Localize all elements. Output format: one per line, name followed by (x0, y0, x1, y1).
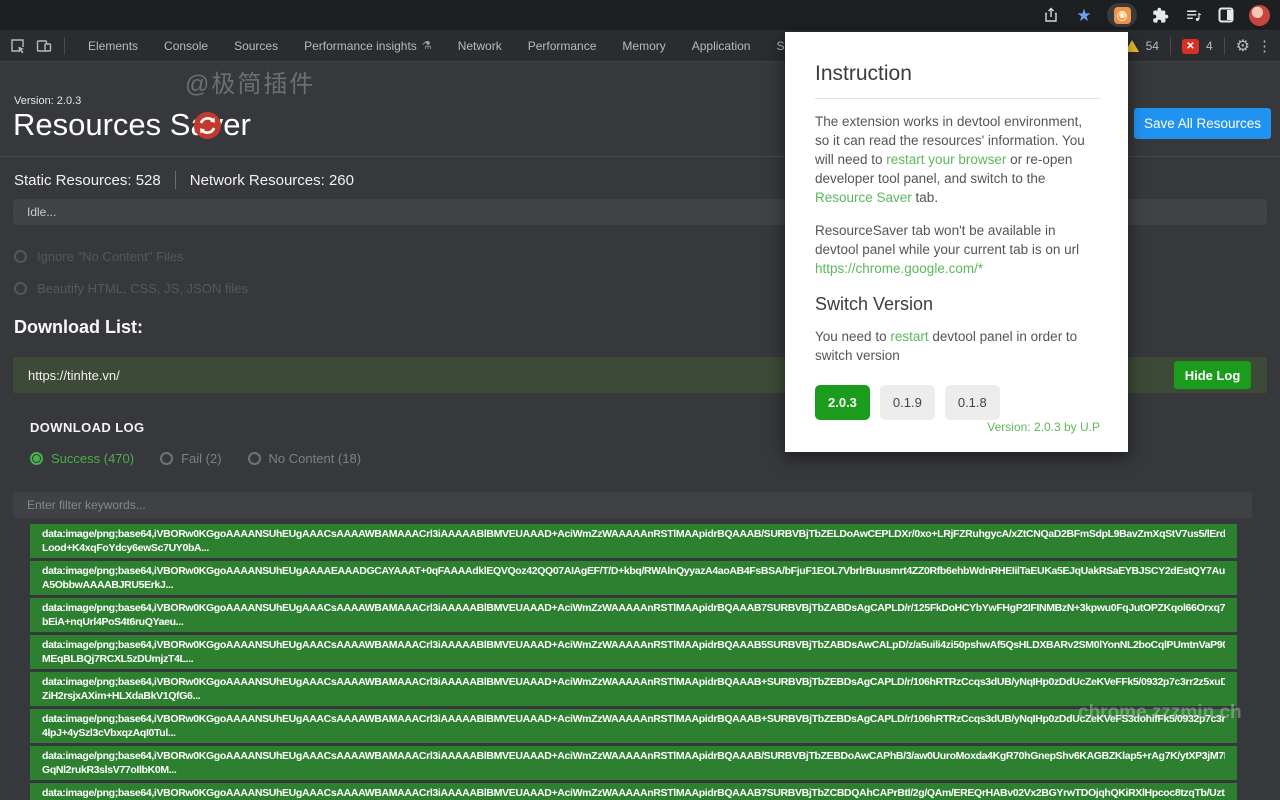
kebab-menu-icon[interactable]: ⋮ (1257, 37, 1272, 55)
settings-gear-icon[interactable]: ⚙ (1236, 36, 1250, 56)
version-button-0-1-8[interactable]: 0.1.8 (945, 385, 1000, 420)
switch-version-heading: Switch Version (815, 294, 1100, 315)
tab-sources[interactable]: Sources (221, 30, 291, 61)
download-log-heading: DOWNLOAD LOG (30, 420, 145, 435)
instruction-paragraph-2: ResourceSaver tab won't be available in … (815, 221, 1100, 278)
version-button-group: 2.0.3 0.1.9 0.1.8 (815, 385, 1100, 420)
tab-application[interactable]: Application (679, 30, 764, 61)
log-row[interactable]: data:image/png;base64,iVBORw0KGgoAAAANSU… (30, 672, 1237, 706)
option-label: Ignore "No Content" Files (37, 249, 184, 264)
tab-console[interactable]: Console (151, 30, 221, 61)
log-row[interactable]: data:image/png;base64,iVBORw0KGgoAAAANSU… (30, 598, 1237, 632)
checkbox-circle-icon (14, 282, 27, 295)
option-label: Beautify HTML, CSS, JS, JSON files (37, 281, 248, 296)
toolbar-separator (1170, 37, 1171, 55)
tab-network[interactable]: Network (445, 30, 515, 61)
browser-top-bar: ★ ⓢ (0, 0, 1280, 30)
network-resources-count: Network Resources: 260 (190, 172, 354, 189)
toolbar-separator (64, 37, 65, 55)
version-button-0-1-9[interactable]: 0.1.9 (880, 385, 935, 420)
log-filter-fail-2-[interactable]: Fail (2) (160, 451, 221, 466)
filter-keywords-input[interactable] (13, 492, 1252, 518)
radio-icon (30, 452, 43, 465)
switch-version-paragraph: You need to restart devtool panel in ord… (815, 327, 1100, 365)
save-all-resources-button[interactable]: Save All Resources (1134, 108, 1271, 139)
download-list-heading: Download List: (14, 317, 143, 338)
sidebar-icon[interactable] (1216, 5, 1236, 25)
site-watermark: chrome.zzzmin.ch (1078, 702, 1242, 724)
resources-saver-extension-icon: ⓢ (1114, 7, 1131, 24)
refresh-logo-icon (194, 112, 221, 139)
experiment-flask-icon: ⚗ (422, 39, 432, 52)
share-icon[interactable] (1041, 5, 1061, 25)
hide-log-button[interactable]: Hide Log (1174, 361, 1251, 389)
bookmark-star-icon[interactable]: ★ (1074, 5, 1094, 25)
site-url: https://tinhte.vn/ (13, 368, 120, 383)
log-row[interactable]: data:image/png;base64,iVBORw0KGgoAAAANSU… (30, 524, 1237, 558)
instruction-paragraph-1: The extension works in devtool environme… (815, 112, 1100, 207)
stats-divider (175, 171, 176, 189)
static-resources-count: Static Resources: 528 (14, 172, 161, 189)
resources-saver-devtools-screen: ★ ⓢ ElementsConsoleSourcesPerformance in… (0, 0, 1280, 800)
modal-footer-version: Version: 2.0.3 by U.P (987, 420, 1100, 434)
modal-divider (815, 98, 1100, 99)
tab-memory[interactable]: Memory (609, 30, 678, 61)
green-link[interactable]: restart (890, 329, 928, 344)
modal-title: Instruction (815, 62, 1100, 86)
version-label: Version: 2.0.3 (14, 95, 81, 107)
issues-icon[interactable]: ✕ (1182, 39, 1199, 54)
playlist-icon[interactable] (1183, 5, 1203, 25)
chinese-watermark: @极简插件 (185, 64, 315, 99)
radio-icon (248, 452, 261, 465)
log-row[interactable]: data:image/png;base64,iVBORw0KGgoAAAANSU… (30, 561, 1237, 595)
log-row[interactable]: data:image/png;base64,iVBORw0KGgoAAAANSU… (30, 783, 1237, 800)
active-extension-pill[interactable]: ⓢ (1107, 3, 1137, 27)
tab-performance[interactable]: Performance (515, 30, 610, 61)
checkbox-circle-icon (14, 250, 27, 263)
version-button-2-0-3[interactable]: 2.0.3 (815, 385, 870, 420)
radio-icon (160, 452, 173, 465)
log-filter-group: Success (470) Fail (2) No Content (18) (30, 451, 361, 466)
instruction-modal: Instruction The extension works in devto… (785, 32, 1128, 452)
extensions-puzzle-icon[interactable] (1150, 5, 1170, 25)
warning-count[interactable]: 54 (1146, 39, 1159, 53)
log-row[interactable]: data:image/png;base64,iVBORw0KGgoAAAANSU… (30, 709, 1237, 743)
tab-performance-insights[interactable]: Performance insights⚗ (291, 30, 445, 61)
toolbar-separator (1224, 37, 1225, 55)
profile-avatar[interactable] (1249, 5, 1270, 26)
green-link[interactable]: https://chrome.google.com/* (815, 261, 983, 276)
device-toolbar-icon[interactable] (34, 36, 54, 56)
green-link[interactable]: Resource Saver (815, 190, 912, 205)
devtools-status-cluster: 52 54 ✕ 4 ⚙ ⋮ (1104, 30, 1272, 62)
inspect-element-icon[interactable] (8, 36, 28, 56)
log-row[interactable]: data:image/png;base64,iVBORw0KGgoAAAANSU… (30, 746, 1237, 780)
tab-elements[interactable]: Elements (75, 30, 151, 61)
resource-stats: Static Resources: 528 Network Resources:… (14, 171, 354, 189)
log-filter-no-content-18-[interactable]: No Content (18) (248, 451, 362, 466)
log-rows: data:image/png;base64,iVBORw0KGgoAAAANSU… (30, 524, 1237, 800)
option-ignore-no-content[interactable]: Ignore "No Content" Files (14, 249, 184, 264)
green-link[interactable]: restart your browser (886, 152, 1006, 167)
issues-count[interactable]: 4 (1206, 39, 1213, 53)
option-beautify-files[interactable]: Beautify HTML, CSS, JS, JSON files (14, 281, 248, 296)
log-filter-success-470-[interactable]: Success (470) (30, 451, 134, 466)
status-text: Idle... (27, 205, 56, 219)
log-row[interactable]: data:image/png;base64,iVBORw0KGgoAAAANSU… (30, 635, 1237, 669)
